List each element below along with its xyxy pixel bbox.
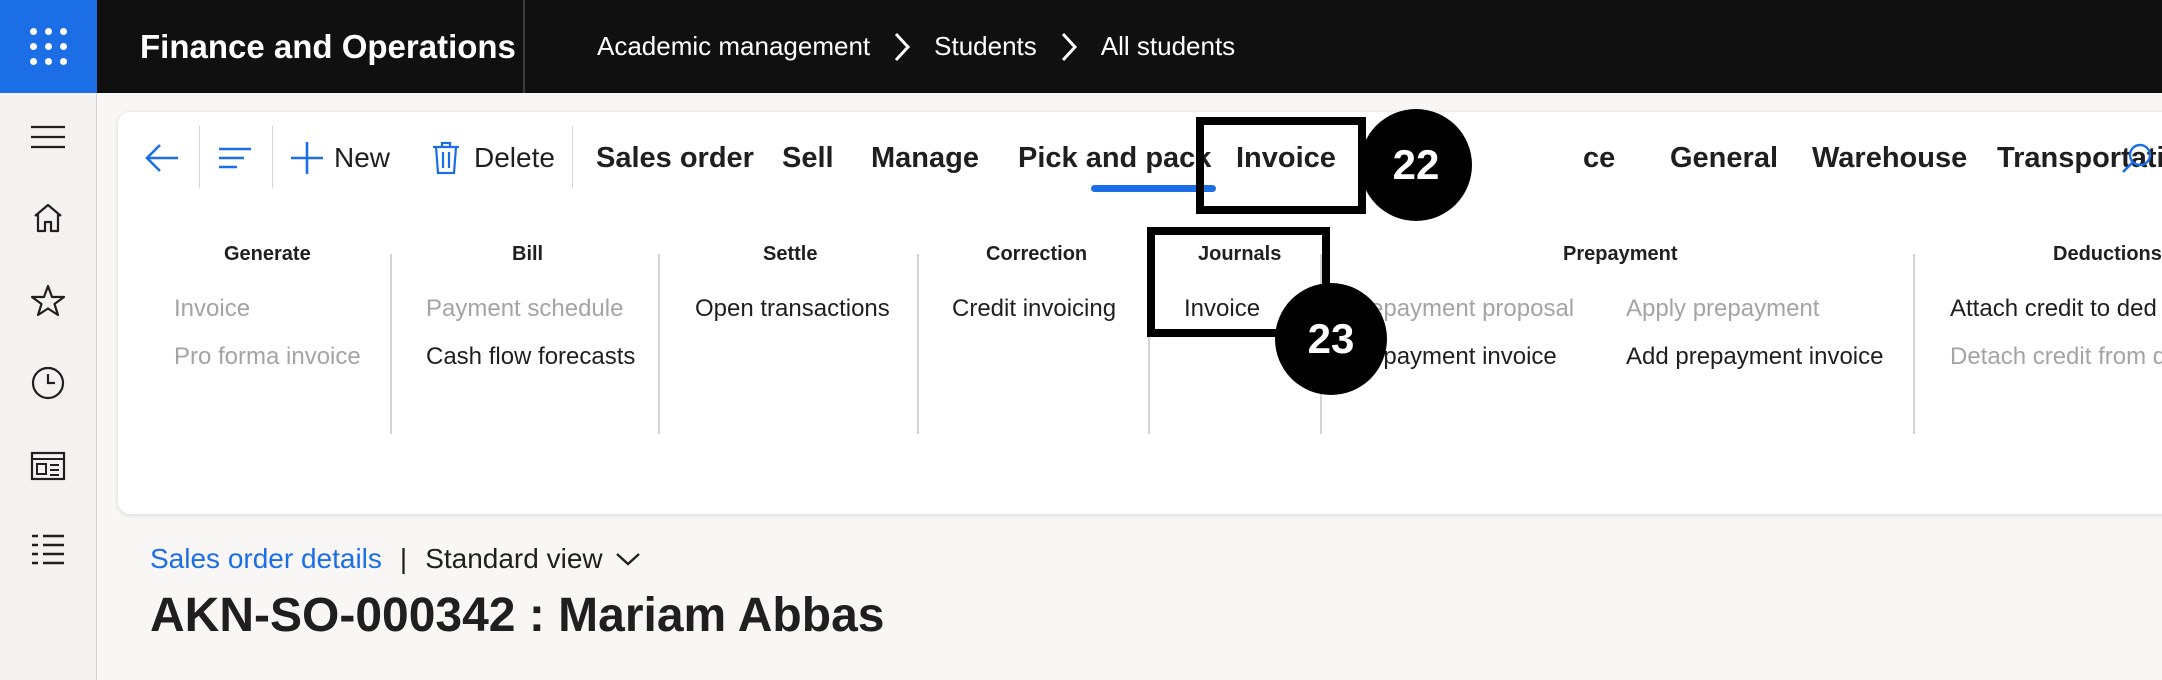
- home-icon[interactable]: [26, 196, 70, 240]
- chevron-right-icon: [894, 32, 911, 62]
- trash-icon: [433, 141, 459, 175]
- workspace-icon[interactable]: [26, 444, 70, 488]
- generate-invoice-button[interactable]: Invoice: [174, 295, 250, 323]
- header-separator: |: [399, 543, 408, 574]
- group-divider: [917, 254, 919, 434]
- step-badge-22: 22: [1360, 109, 1472, 221]
- tab-commerce[interactable]: ce: [1583, 132, 1615, 184]
- toolbar-divider: [199, 126, 200, 188]
- page-title: AKN-SO-000342 : Mariam Abbas: [150, 589, 885, 642]
- action-pane: New Delete Sales order Sell Manage Pick …: [118, 112, 2162, 514]
- sales-order-details-link[interactable]: Sales order details: [150, 543, 382, 575]
- group-divider: [1913, 254, 1915, 434]
- star-icon[interactable]: [26, 279, 70, 323]
- left-navigation-rail: [0, 93, 97, 680]
- search-icon[interactable]: [2120, 132, 2154, 184]
- view-selector[interactable]: Standard view: [425, 543, 640, 575]
- list-icon[interactable]: [26, 527, 70, 571]
- group-title-deductions: Deductions: [2053, 243, 2162, 265]
- hamburger-icon[interactable]: [26, 115, 70, 159]
- title-divider: [523, 0, 525, 93]
- group-title-settle: Settle: [763, 243, 818, 265]
- breadcrumb-students[interactable]: Students: [934, 31, 1037, 62]
- tab-manage[interactable]: Manage: [871, 132, 979, 184]
- prepayment-proposal-button[interactable]: epayment proposal: [1370, 295, 1574, 323]
- chevron-down-icon: [615, 553, 640, 566]
- toolbar-divider: [572, 126, 573, 188]
- back-button[interactable]: [144, 132, 180, 184]
- options-menu-icon[interactable]: [218, 132, 252, 184]
- tab-sales-order[interactable]: Sales order: [596, 132, 754, 184]
- highlight-box-invoice-tab: [1196, 117, 1366, 214]
- breadcrumb: Academic management Students All student…: [597, 0, 1235, 93]
- new-button-label: New: [334, 142, 391, 173]
- group-title-bill: Bill: [512, 243, 544, 265]
- add-prepayment-invoice-button[interactable]: Add prepayment invoice: [1626, 343, 1883, 371]
- cash-flow-forecasts-button[interactable]: Cash flow forecasts: [426, 343, 635, 371]
- breadcrumb-all-students[interactable]: All students: [1101, 31, 1235, 62]
- credit-invoicing-button[interactable]: Credit invoicing: [952, 295, 1116, 323]
- top-bar: Finance and Operations Academic manageme…: [0, 0, 2162, 93]
- tab-general[interactable]: General: [1670, 132, 1778, 184]
- tab-sell[interactable]: Sell: [782, 132, 834, 184]
- payment-schedule-button[interactable]: Payment schedule: [426, 295, 623, 323]
- group-divider: [390, 254, 392, 434]
- delete-button-label: Delete: [474, 142, 555, 173]
- clock-icon[interactable]: [26, 361, 70, 405]
- page-subheader: Sales order details | Standard view: [150, 540, 641, 578]
- attach-credit-button[interactable]: Attach credit to ded: [1950, 295, 2157, 323]
- detach-credit-button[interactable]: Detach credit from d: [1950, 343, 2162, 371]
- toolbar-divider: [272, 126, 273, 188]
- plus-icon: [291, 142, 323, 174]
- view-selector-label: Standard view: [425, 543, 603, 574]
- open-transactions-button[interactable]: Open transactions: [695, 295, 890, 323]
- tab-pick-and-pack[interactable]: Pick and pack: [1018, 132, 1211, 184]
- app-title[interactable]: Finance and Operations: [140, 0, 516, 93]
- apply-prepayment-button[interactable]: Apply prepayment: [1626, 295, 1819, 323]
- group-divider: [658, 254, 660, 434]
- tab-warehouse[interactable]: Warehouse: [1812, 132, 1967, 184]
- breadcrumb-academic-management[interactable]: Academic management: [597, 31, 870, 62]
- group-title-generate: Generate: [224, 243, 311, 265]
- chevron-right-icon: [1061, 32, 1077, 62]
- delete-button[interactable]: Delete: [432, 132, 555, 184]
- group-title-prepayment: Prepayment: [1563, 243, 1678, 265]
- group-title-correction: Correction: [986, 243, 1088, 265]
- step-badge-23: 23: [1275, 283, 1387, 395]
- new-button[interactable]: New: [290, 132, 390, 184]
- app-launcher-icon[interactable]: [0, 0, 97, 93]
- prepayment-invoice-button[interactable]: epayment invoice: [1370, 343, 1557, 371]
- pro-forma-invoice-button[interactable]: Pro forma invoice: [174, 343, 361, 371]
